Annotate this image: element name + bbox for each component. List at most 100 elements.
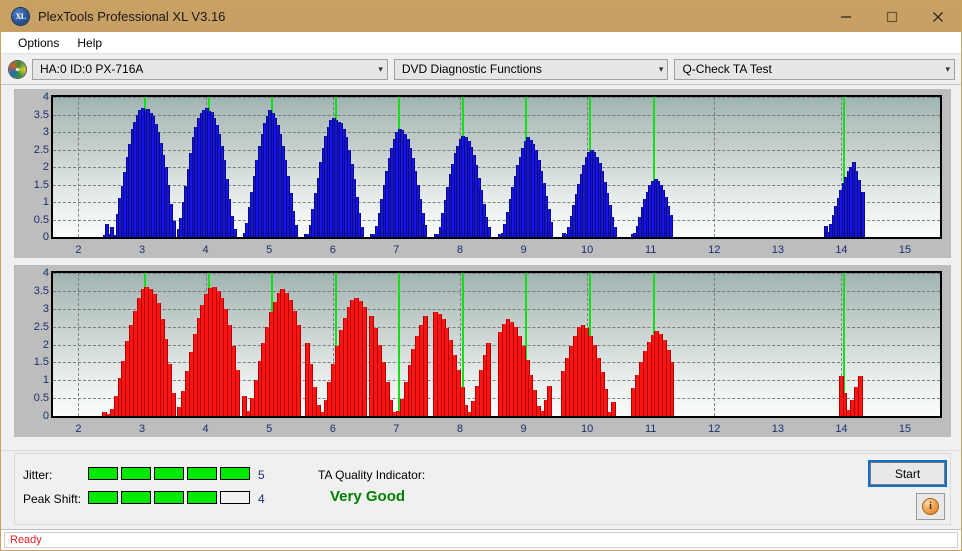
metrics-area: Jitter: 5 Peak Shift: 4 TA Quality Indic… [1,450,961,529]
grid-line [714,97,716,237]
close-icon[interactable] [915,1,961,32]
x-tick-label: 13 [771,423,784,435]
x-tick-label: 2 [75,423,82,435]
info-icon: i [922,498,939,515]
test-select[interactable]: Q-Check TA Test ▾ [674,58,955,80]
x-tick-label: 11 [644,244,657,256]
y-tick-label: 4 [42,91,49,103]
grid-line [714,273,716,416]
x-tick-label: 3 [138,244,146,256]
x-tick-label: 5 [266,423,273,435]
menu-item-help[interactable]: Help [68,34,111,52]
jitter-gauge [88,467,250,480]
ta-quality-label: TA Quality Indicator: [318,468,426,482]
jitter-value: 5 [258,468,265,482]
x-tick-label: 12 [708,423,721,435]
y-tick-label: 1.5 [33,356,49,369]
x-tick-label: 15 [898,423,912,435]
chart-bar [295,324,301,416]
gauge-segment [220,491,250,504]
chart-bar [293,224,298,237]
x-tick-label: 11 [644,423,657,435]
x-tick-label: 9 [520,244,527,256]
y-axis-labels: 0 0.5 1 1.5 2 2.5 3 3.5 4 [15,266,51,436]
gauge-segment [121,467,151,480]
status-message: Ready [10,534,42,546]
sector-marker [398,273,401,416]
chevron-down-icon: ▾ [658,63,664,74]
gauge-segment [88,491,118,504]
x-axis-labels: 2 3 4 5 6 7 8 9 10 11 12 13 14 15 [15,239,950,257]
chart-bar [857,375,863,416]
y-tick-label: 0.5 [33,392,49,405]
gauge-segment [220,467,250,480]
chart-bar [232,229,237,237]
chevron-down-icon: ▾ [378,63,383,74]
menu-item-options[interactable]: Options [9,34,68,52]
x-tick-label: 8 [456,244,463,256]
chart-bar [423,224,428,237]
test-select-value: Q-Check TA Test [682,62,772,76]
function-select[interactable]: DVD Diagnostic Functions ▾ [393,58,669,80]
grid-line [78,97,80,237]
y-tick-label: 2 [42,161,49,173]
chart-bar [361,306,367,416]
peak-shift-chart[interactable]: 0 0.5 1 1.5 2 2.5 3 3.5 4 2 3 4 5 6 7 8 9 10 11 12 13 14 15 [15,266,950,436]
grid-line [53,344,940,346]
jitter-chart[interactable]: 0 0.5 1 1.5 2 2.5 3 3.5 4 2 3 4 5 6 7 8 9 10 11 12 13 14 15 [15,90,950,257]
ta-quality-value: Very Good [330,488,406,505]
metrics-panel: Jitter: 5 Peak Shift: 4 TA Quality Indic… [14,453,951,525]
grid-line [53,273,940,274]
info-button[interactable]: i [916,493,945,520]
jitter-label: Jitter: [23,468,53,482]
chart-bar [669,361,675,416]
jitter-chart-panel: 0 0.5 1 1.5 2 2.5 3 3.5 4 2 3 4 5 6 7 8 9 10 11 12 13 14 15 [14,89,951,258]
y-axis-labels: 0 0.5 1 1.5 2 2.5 3 3.5 4 [15,90,51,257]
x-tick-label: 7 [393,244,400,256]
x-tick-label: 3 [138,423,146,435]
y-tick-label: 0.5 [33,213,49,226]
x-tick-label: 5 [266,244,273,256]
maximize-icon[interactable] [869,1,915,32]
x-tick-label: 4 [202,244,209,256]
grid-line [53,97,940,98]
grid-line [53,416,940,417]
disc-icon [9,60,26,78]
chart-bar [486,227,491,237]
chart-bar [860,191,865,237]
grid-line [53,149,940,151]
gauge-segment [187,491,217,504]
x-tick-label: 10 [580,244,594,256]
start-button[interactable]: Start [868,460,947,487]
grid-line [53,362,940,364]
y-tick-label: 2.5 [33,143,49,156]
y-tick-label: 3.5 [33,284,49,297]
chart-bar [547,385,553,416]
chart-bar [171,392,176,416]
y-tick-label: 1 [42,196,49,208]
app-logo-icon: XL [12,8,29,25]
chart-bar [668,215,673,237]
gauge-segment [187,467,217,480]
x-tick-label: 14 [835,244,848,256]
x-tick-label: 6 [329,244,336,256]
peak-shift-value: 4 [258,492,265,506]
y-tick-label: 2.5 [33,320,49,333]
chart-bar [612,227,617,237]
drive-select[interactable]: HA:0 ID:0 PX-716A ▾ [32,58,388,80]
chart-bar [359,226,364,237]
function-select-value: DVD Diagnostic Functions [401,62,542,76]
x-tick-label: 12 [708,244,721,256]
chart-bar [549,222,554,237]
gauge-segment [88,467,118,480]
x-tick-label: 4 [202,423,209,435]
y-tick-label: 3 [42,126,49,138]
minimize-icon[interactable] [823,1,869,32]
grid-line [78,273,80,416]
peak-shift-chart-panel: 0 0.5 1 1.5 2 2.5 3 3.5 4 2 3 4 5 6 7 8 9 10 11 12 13 14 15 [14,265,951,437]
y-tick-label: 3.5 [33,108,49,121]
selector-bar: HA:0 ID:0 PX-716A ▾ DVD Diagnostic Funct… [1,54,961,85]
gauge-segment [154,467,184,480]
window-title: PlexTools Professional XL V3.16 [38,9,226,24]
status-bar: Ready [1,529,961,550]
